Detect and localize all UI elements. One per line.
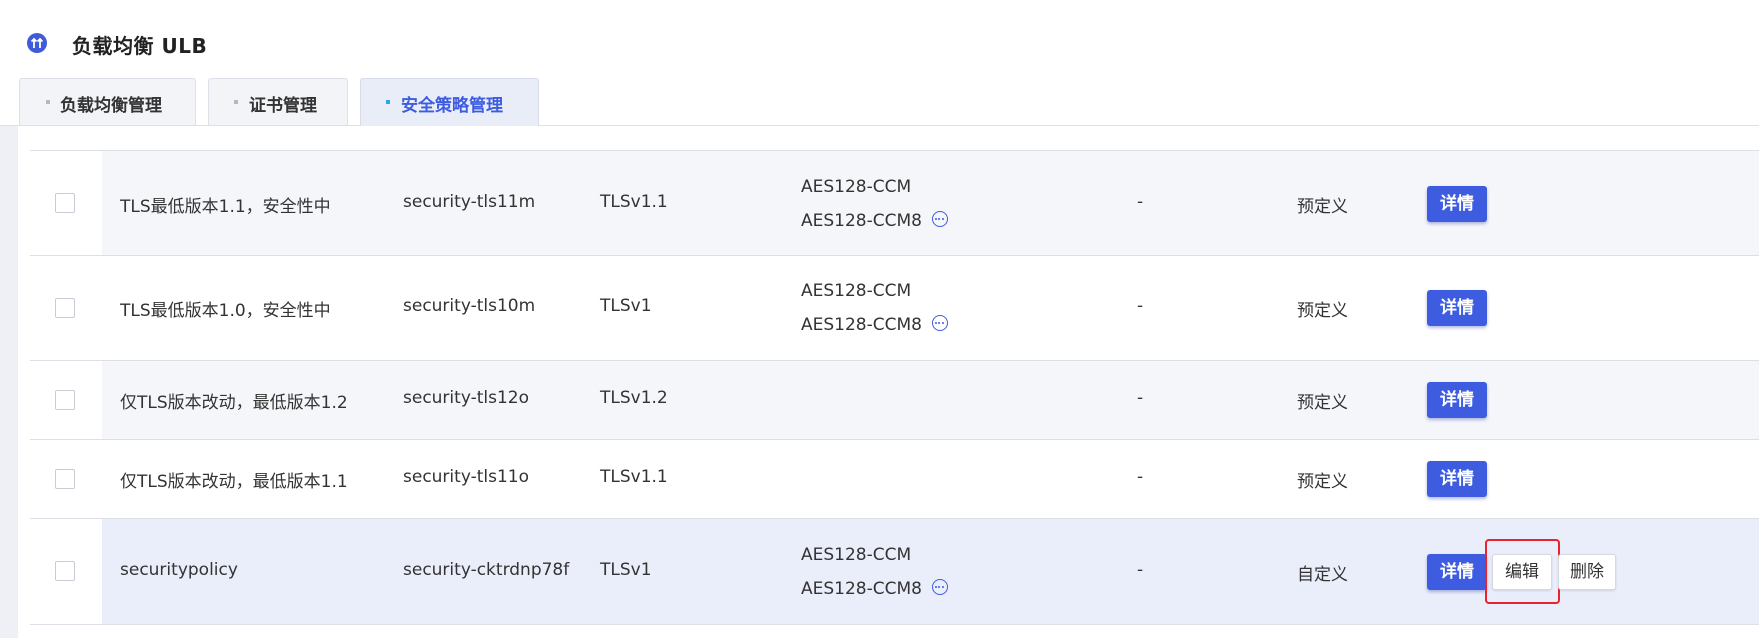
cipher-list: AES128-CCM AES128-CCM8 [801,538,948,606]
policy-name: TLS最低版本1.1，安全性中 [120,197,331,217]
tab-label: 负载均衡管理 [60,96,162,116]
policy-name: securitypolicy [120,560,238,580]
policy-type: 预定义 [1297,301,1348,321]
row-checkbox[interactable] [55,390,75,410]
tab-certificate-management[interactable]: 证书管理 [208,78,348,125]
table-row: TLS最低版本1.1，安全性中 security-tls11m TLSv1.1 … [30,150,1759,256]
tls-version: TLSv1.1 [600,467,668,487]
row-checkbox[interactable] [55,298,75,318]
row-checkbox[interactable] [55,561,75,581]
tab-load-balancer-management[interactable]: 负载均衡管理 [19,78,196,125]
extra-value: - [1137,560,1144,580]
cipher-item: AES128-CCM [801,281,912,301]
policy-id: security-cktrdnp78f [403,560,570,580]
cipher-list: AES128-CCM AES128-CCM8 [801,274,948,342]
tls-version: TLSv1 [600,560,652,580]
main-content: TLS最低版本1.1，安全性中 security-tls11m TLSv1.1 … [0,126,1759,638]
table-row: securitypolicy security-cktrdnp78f TLSv1… [30,519,1759,625]
tab-label: 安全策略管理 [401,96,503,116]
row-checkbox[interactable] [55,193,75,213]
double-arrow-up-icon [27,33,47,53]
tls-version: TLSv1.1 [600,192,668,212]
extra-value: - [1137,467,1144,487]
table-row: 仅TLS版本改动，最低版本1.2 security-tls12o TLSv1.2… [30,361,1759,440]
cipher-list: AES128-CCM AES128-CCM8 [801,170,948,238]
cipher-item: AES128-CCM [801,177,912,197]
cipher-item: AES128-CCM [801,545,912,565]
policy-name: 仅TLS版本改动，最低版本1.1 [120,472,348,492]
extra-value: - [1137,192,1144,212]
detail-button[interactable]: 详情 [1427,554,1487,590]
policy-type: 自定义 [1297,565,1348,585]
page-title: 负载均衡 ULB [72,34,208,58]
page-header: 负载均衡 ULB [0,0,1759,78]
detail-button[interactable]: 详情 [1427,382,1487,418]
cipher-item: AES128-CCM8 [801,579,922,599]
policy-type: 预定义 [1297,197,1348,217]
tab-security-policy-management[interactable]: 安全策略管理 [360,78,539,126]
detail-button[interactable]: 详情 [1427,186,1487,222]
detail-button[interactable]: 详情 [1427,290,1487,326]
scroll-gutter [0,126,18,638]
policy-name: TLS最低版本1.0，安全性中 [120,301,331,321]
policy-id: security-tls11o [403,467,529,487]
edit-button[interactable]: 编辑 [1492,554,1552,590]
policy-type: 预定义 [1297,472,1348,492]
more-ciphers-icon[interactable] [931,315,948,331]
extra-value: - [1137,388,1144,408]
policy-name: 仅TLS版本改动，最低版本1.2 [120,393,348,413]
policy-id: security-tls11m [403,192,536,212]
cipher-item: AES128-CCM8 [801,211,922,231]
row-checkbox[interactable] [55,469,75,489]
cipher-item: AES128-CCM8 [801,315,922,335]
extra-value: - [1137,296,1144,316]
tls-version: TLSv1.2 [600,388,668,408]
policy-id: security-tls12o [403,388,529,408]
tab-label: 证书管理 [249,96,317,116]
delete-button[interactable]: 删除 [1558,554,1616,590]
more-ciphers-icon[interactable] [931,211,948,227]
security-policy-table: TLS最低版本1.1，安全性中 security-tls11m TLSv1.1 … [30,150,1759,625]
detail-button[interactable]: 详情 [1427,461,1487,497]
table-row: 仅TLS版本改动，最低版本1.1 security-tls11o TLSv1.1… [30,440,1759,519]
policy-id: security-tls10m [403,296,536,316]
tab-bar: 负载均衡管理 证书管理 安全策略管理 [0,78,1759,126]
table-row: TLS最低版本1.0，安全性中 security-tls10m TLSv1 AE… [30,256,1759,361]
tls-version: TLSv1 [600,296,652,316]
policy-type: 预定义 [1297,393,1348,413]
more-ciphers-icon[interactable] [931,579,948,595]
